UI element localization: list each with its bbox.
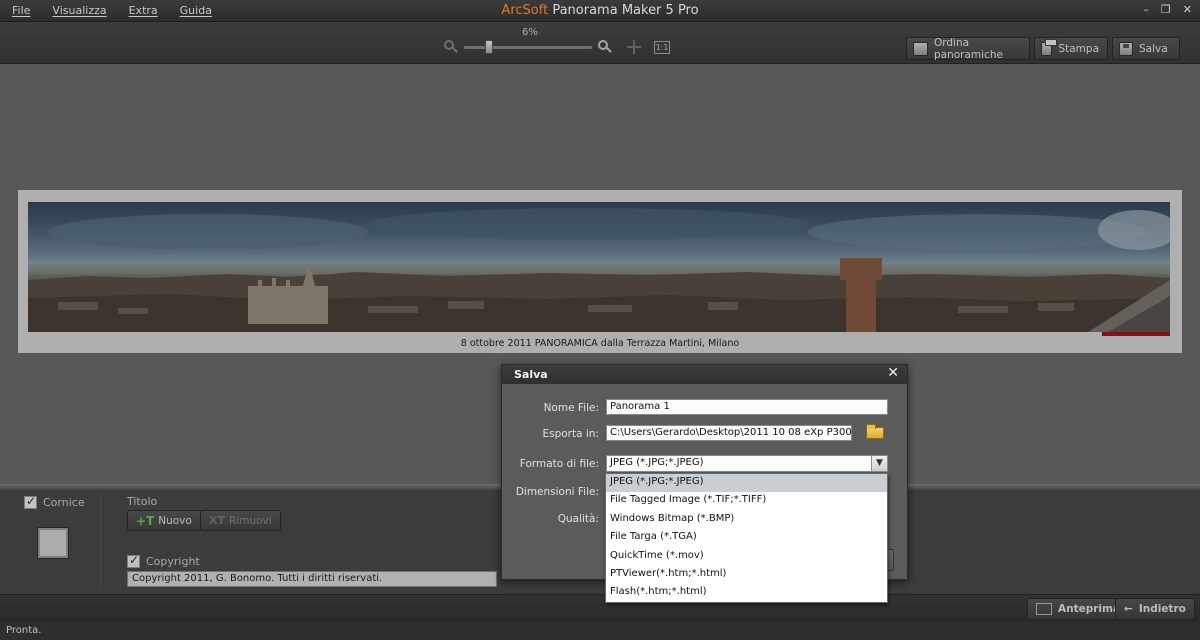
zoom-out-icon[interactable]: [444, 40, 458, 54]
zoom-slider-thumb[interactable]: [485, 40, 493, 54]
cornice-group: Cornice: [24, 494, 85, 509]
zoom-in-icon[interactable]: [598, 40, 612, 54]
back-button[interactable]: ← Indietro: [1115, 598, 1195, 620]
print-button[interactable]: Stampa: [1034, 37, 1108, 60]
status-bar: Pronta.: [0, 622, 1200, 640]
preview-icon: [1036, 603, 1052, 615]
copyright-input[interactable]: Copyright 2011, G. Bonomo. Tutti i dirit…: [127, 571, 497, 587]
file-name-input[interactable]: Panorama 1: [606, 399, 888, 415]
save-dialog-titlebar: Salva ✕: [502, 365, 907, 384]
print-label: Stampa: [1058, 42, 1099, 55]
titolo-heading: Titolo: [127, 495, 158, 508]
format-option-jpeg[interactable]: JPEG (*.JPG;*.JPEG): [606, 474, 887, 493]
window-controls: – ❐ ✕: [1143, 3, 1192, 16]
save-label: Salva: [1139, 42, 1168, 55]
format-selected-value: JPEG (*.JPG;*.JPEG): [610, 457, 704, 468]
pan-move-icon[interactable]: [626, 39, 642, 55]
format-option-tiff[interactable]: File Tagged Image (*.TIF;*.TIFF): [606, 492, 887, 510]
panorama-frame: 8 ottobre 2011 PANORAMICA dalla Terrazza…: [18, 190, 1182, 353]
order-panoramas-label: Ordina panoramiche: [933, 36, 1003, 61]
order-panoramas-button[interactable]: Ordina panoramiche: [906, 36, 1030, 61]
actual-size-button[interactable]: 1:1: [654, 40, 670, 54]
preview-button[interactable]: Anteprima: [1027, 598, 1130, 620]
export-path-input[interactable]: C:\Users\Gerardo\Desktop\2011 10 08 eXp …: [606, 425, 852, 441]
zoom-slider-track: [464, 46, 592, 49]
app-title: ArcSoft Panorama Maker 5 Pro: [0, 3, 1200, 18]
save-dialog-title: Salva: [514, 368, 548, 381]
zoom-controls: 1:1: [444, 39, 670, 55]
quality-label: Qualità:: [557, 513, 599, 525]
cornice-checkbox[interactable]: [24, 494, 37, 509]
copyright-checkbox[interactable]: [127, 553, 140, 568]
minimize-button[interactable]: –: [1143, 3, 1149, 16]
copyright-label: Copyright: [146, 555, 200, 568]
app-name: Panorama Maker 5 Pro: [552, 3, 699, 18]
new-title-button[interactable]: +T Nuovo: [127, 510, 201, 531]
format-label: Formato di file:: [519, 458, 599, 470]
new-title-label: Nuovo: [158, 514, 192, 527]
back-label: Indietro: [1138, 603, 1186, 615]
close-window-button[interactable]: ✕: [1183, 3, 1192, 16]
export-label: Esporta in:: [542, 428, 599, 440]
remove-text-icon: XT: [209, 514, 225, 527]
title-bar: File Visualizza Extra Guida ArcSoft Pano…: [0, 0, 1200, 22]
file-size-label: Dimensioni File:: [515, 486, 599, 498]
format-option-flash[interactable]: Flash(*.htm;*.html): [606, 584, 887, 602]
format-dropdown-list: JPEG (*.JPG;*.JPEG) File Tagged Image (*…: [605, 473, 888, 603]
zoom-slider[interactable]: [464, 40, 592, 54]
action-bar: Anteprima ← Indietro: [0, 594, 1200, 622]
format-option-quicktime[interactable]: QuickTime (*.mov): [606, 548, 887, 566]
preview-label: Anteprima: [1058, 603, 1121, 615]
scanner-icon: [913, 41, 928, 56]
frame-color-swatch[interactable]: [37, 527, 69, 559]
remove-title-button[interactable]: XT Rimuovi: [200, 510, 281, 531]
add-text-icon: +T: [136, 513, 155, 528]
cornice-label: Cornice: [43, 496, 85, 509]
format-select[interactable]: JPEG (*.JPG;*.JPEG) ▼: [606, 455, 888, 472]
format-option-ptviewer[interactable]: PTViewer(*.htm;*.html): [606, 566, 887, 584]
signature-mark: [1102, 332, 1170, 336]
save-button[interactable]: Salva: [1112, 37, 1180, 60]
format-option-tga[interactable]: File Targa (*.TGA): [606, 529, 887, 547]
remove-title-label: Rimuovi: [228, 514, 272, 527]
app-brand: ArcSoft: [501, 3, 549, 18]
panel-divider: [100, 494, 101, 590]
city-skyline: [28, 208, 1170, 332]
zoom-percent: 6%: [522, 27, 538, 38]
restore-button[interactable]: ❐: [1161, 3, 1171, 16]
chevron-down-icon[interactable]: ▼: [871, 456, 887, 471]
close-dialog-button[interactable]: ✕: [887, 365, 899, 381]
open-folder-icon[interactable]: [866, 424, 884, 439]
printer-icon: [1041, 38, 1058, 56]
panorama-caption[interactable]: 8 ottobre 2011 PANORAMICA dalla Terrazza…: [18, 338, 1182, 349]
floppy-disk-icon: [1119, 41, 1133, 56]
panorama-image[interactable]: [28, 202, 1170, 332]
format-option-bmp[interactable]: Windows Bitmap (*.BMP): [606, 511, 887, 529]
copyright-group: Copyright: [127, 553, 200, 568]
file-name-label: Nome File:: [543, 402, 599, 414]
back-arrow-icon: ←: [1124, 603, 1133, 615]
